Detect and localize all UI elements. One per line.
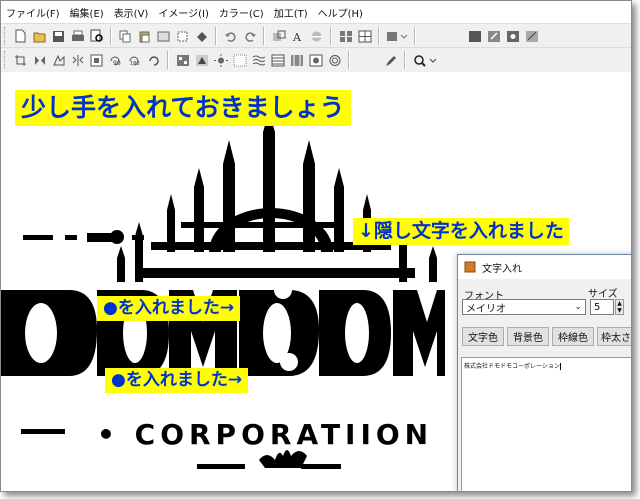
text-color-button[interactable]: 文字色 — [462, 327, 504, 346]
mosaic-icon[interactable] — [174, 52, 191, 69]
brightness-icon[interactable] — [212, 52, 229, 69]
menu-process[interactable]: 加工(T) — [269, 5, 313, 20]
logo-corporation-text: • CORPORATIION — [97, 418, 433, 451]
text-icon[interactable]: A — [289, 28, 306, 45]
frame-icon[interactable] — [385, 28, 409, 45]
zoom-icon[interactable] — [523, 28, 540, 45]
annotation-label-dot-1: ●を入れました→ — [97, 296, 241, 321]
size-label: サイズ — [588, 289, 618, 300]
menu-file[interactable]: ファイル(F) — [1, 5, 65, 20]
font-select[interactable]: メイリオ ⌄ — [462, 299, 586, 315]
toolbar-separator — [110, 27, 112, 45]
print-icon[interactable] — [69, 28, 86, 45]
background-color-button[interactable]: 背景色 — [507, 327, 549, 346]
border-color-button[interactable]: 枠線色 — [552, 327, 594, 346]
grid-icon[interactable] — [337, 28, 354, 45]
font-select-value: メイリオ — [466, 303, 506, 315]
text-input-content: 株式会社ドモドモコーポレーション — [464, 363, 560, 370]
rotate-free-icon[interactable] — [145, 52, 162, 69]
dialog-title-bar[interactable]: 文字入れ — [458, 255, 631, 279]
dialog-title: 文字入れ — [482, 263, 522, 275]
fill-icon[interactable] — [193, 28, 210, 45]
toolbar-grip[interactable] — [4, 51, 8, 69]
rotate90-icon[interactable]: 90 — [107, 52, 124, 69]
toolbar-separator — [378, 27, 380, 45]
spot-icon[interactable] — [307, 52, 324, 69]
size-input-value: 5 — [594, 301, 601, 313]
blur-icon[interactable] — [231, 52, 248, 69]
toolbar-separator — [167, 51, 169, 69]
pen-icon[interactable] — [382, 52, 399, 69]
annotation-label-hidden: ↓隠し文字を入れました — [353, 218, 569, 245]
paste-icon[interactable] — [136, 28, 153, 45]
svg-text:A: A — [292, 31, 302, 43]
save-icon[interactable] — [50, 28, 67, 45]
sharpen-icon[interactable] — [193, 52, 210, 69]
toolbar-separator — [330, 27, 332, 45]
menu-help[interactable]: ヘルプ(H) — [313, 5, 368, 20]
menu-color[interactable]: カラー(C) — [214, 5, 269, 20]
print-preview-icon[interactable] — [88, 28, 105, 45]
undo-icon[interactable] — [222, 28, 239, 45]
toolbar-separator — [404, 51, 406, 69]
rotate180-icon[interactable]: 180 — [126, 52, 143, 69]
menu-image[interactable]: イメージ(I) — [153, 5, 214, 20]
size-spinner[interactable]: ▲ ▼ — [615, 299, 624, 315]
rotate-icon[interactable] — [50, 52, 67, 69]
stripe-icon[interactable] — [269, 52, 286, 69]
dialog-app-icon — [464, 261, 476, 273]
brush-icon[interactable] — [504, 28, 521, 45]
effects-toolbar: 90 180 — [1, 47, 631, 73]
app-window: ファイル(F) 編集(E) 表示(V) イメージ(I) カラー(C) 加工(T)… — [0, 0, 632, 492]
swirl-icon[interactable] — [326, 52, 343, 69]
text-input-area[interactable]: 株式会社ドモドモコーポレーション — [461, 357, 631, 491]
new-icon[interactable] — [12, 28, 29, 45]
crop-icon[interactable] — [174, 28, 191, 45]
text-caret — [559, 363, 561, 370]
tile-icon[interactable] — [288, 52, 305, 69]
toolbar-separator — [215, 27, 217, 45]
toolbar-separator — [414, 27, 416, 45]
text-insert-dialog: 文字入れ フォント サイズ メイリオ ⌄ 5 ▲ ▼ 文字色 背景色 枠線色 枠太… — [457, 254, 631, 491]
hidden-company-text: 株式会社ドモドモコーポレーション — [344, 281, 444, 288]
eraser-icon[interactable] — [485, 28, 502, 45]
flip-icon[interactable] — [308, 28, 325, 45]
dropper-icon[interactable] — [466, 28, 483, 45]
redo-icon[interactable] — [241, 28, 258, 45]
toolbar-separator — [348, 51, 350, 69]
copy-icon[interactable] — [117, 28, 134, 45]
shrink-icon[interactable] — [88, 52, 105, 69]
border-width-button[interactable]: 枠太さ — [597, 327, 631, 346]
main-toolbar: A — [1, 23, 631, 48]
mirror-icon[interactable] — [69, 52, 86, 69]
resize-icon[interactable] — [270, 28, 287, 45]
menu-bar: ファイル(F) 編集(E) 表示(V) イメージ(I) カラー(C) 加工(T)… — [1, 1, 631, 23]
crop2-icon[interactable] — [12, 52, 29, 69]
svg-text:90: 90 — [113, 60, 121, 67]
zoom-in-icon[interactable] — [411, 52, 439, 69]
chevron-down-icon: ⌄ — [574, 302, 582, 312]
toolbar-separator — [263, 27, 265, 45]
menu-edit[interactable]: 編集(E) — [65, 5, 109, 20]
annotation-label-dot-2: ●を入れました→ — [105, 368, 249, 393]
toolbar-grip[interactable] — [4, 27, 8, 45]
svg-text:180: 180 — [130, 61, 140, 67]
pattern-icon[interactable] — [250, 52, 267, 69]
annotation-label-top: 少し手を入れておきましょう — [15, 90, 351, 126]
cut-icon[interactable] — [155, 28, 172, 45]
grid2-icon[interactable] — [356, 28, 373, 45]
flip-h-icon[interactable] — [31, 52, 48, 69]
open-icon[interactable] — [31, 28, 48, 45]
menu-view[interactable]: 表示(V) — [109, 5, 154, 20]
size-input[interactable]: 5 — [590, 299, 614, 315]
